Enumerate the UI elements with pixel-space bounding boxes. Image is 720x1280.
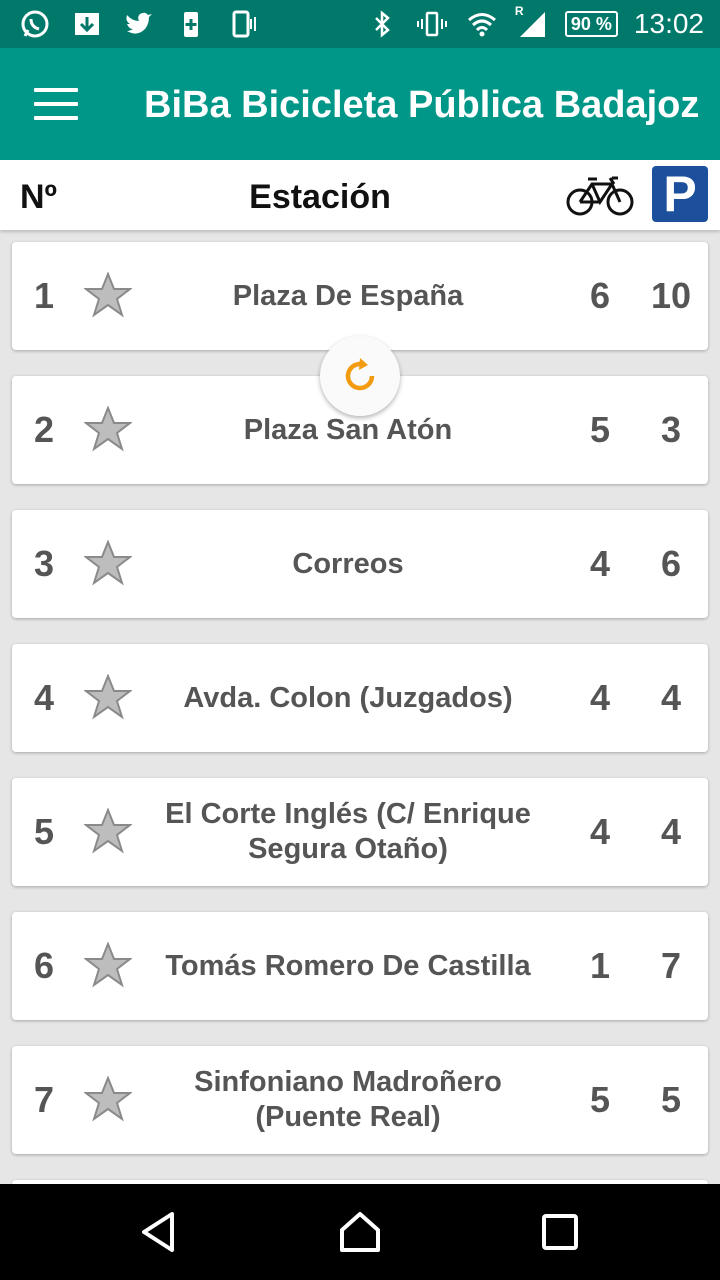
free-slots: 4 (660, 811, 682, 852)
download-icon (70, 8, 104, 40)
station-card[interactable]: 7 Sinfoniano Madroñero (Puente Real) 5 5 (12, 1046, 708, 1154)
battery-indicator: 90 % (564, 11, 618, 37)
station-name: Sinfoniano Madroñero (Puente Real) (194, 1066, 502, 1133)
free-slots: 3 (660, 409, 682, 450)
refresh-icon (345, 358, 375, 391)
phone-vibrate-icon (226, 8, 260, 40)
menu-line (34, 88, 78, 92)
recents-icon[interactable] (536, 1208, 584, 1256)
station-card[interactable]: 4 Avda. Colon (Juzgados) 4 4 (12, 644, 708, 752)
available-bikes: 6 (589, 275, 611, 316)
station-number: 4 (34, 677, 55, 718)
station-number: 6 (34, 945, 55, 986)
station-name: Avda. Colon (Juzgados) (183, 681, 513, 714)
signal-icon: R (515, 4, 549, 40)
station-card[interactable]: 1 Plaza De España 6 10 (12, 242, 708, 350)
free-slots: 10 (650, 275, 692, 316)
refresh-indicator (320, 336, 400, 416)
free-slots: 4 (660, 677, 682, 718)
available-bikes: 4 (589, 543, 611, 584)
station-card[interactable]: 5 El Corte Inglés (C/ Enrique Segura Ota… (12, 778, 708, 886)
menu-line (34, 102, 78, 106)
station-number: 5 (34, 811, 55, 852)
station-name: El Corte Inglés (C/ Enrique Segura Otaño… (165, 798, 531, 865)
available-bikes: 4 (589, 677, 611, 718)
menu-icon[interactable] (30, 82, 82, 126)
station-card[interactable]: 6 Tomás Romero De Castilla 1 7 (12, 912, 708, 1020)
system-nav-bar (0, 1184, 720, 1280)
favorite-star-icon[interactable] (84, 942, 132, 988)
station-number: 2 (34, 409, 55, 450)
available-bikes: 5 (589, 409, 611, 450)
parking-icon: P (652, 166, 708, 222)
station-number: 3 (34, 543, 55, 584)
column-header: Nº Estación P (0, 160, 720, 230)
station-name: Plaza De España (232, 279, 464, 312)
status-bar: R 90 % 13:02 (0, 0, 720, 48)
back-icon[interactable] (136, 1208, 184, 1256)
column-number-label: Nº (20, 178, 57, 216)
favorite-star-icon[interactable] (84, 674, 132, 720)
bluetooth-icon (365, 8, 399, 40)
menu-line (34, 116, 78, 120)
station-number: 7 (34, 1079, 55, 1120)
station-number: 1 (34, 275, 55, 316)
favorite-star-icon[interactable] (84, 540, 132, 586)
status-bar-notifications (18, 8, 260, 40)
vibrate-icon (415, 8, 449, 40)
roaming-indicator: R (514, 4, 524, 18)
station-card[interactable]: 3 Correos 4 6 (12, 510, 708, 618)
favorite-star-icon[interactable] (84, 808, 132, 854)
free-slots: 5 (660, 1079, 682, 1120)
wifi-icon (465, 8, 499, 40)
bicycle-icon (566, 176, 634, 216)
free-slots: 7 (660, 945, 682, 986)
available-bikes: 4 (589, 811, 611, 852)
battery-plus-icon (174, 8, 208, 40)
station-name: Tomás Romero De Castilla (165, 949, 531, 982)
twitter-icon (122, 8, 156, 40)
home-icon[interactable] (336, 1208, 384, 1256)
app-bar: BiBa Bicicleta Pública Badajoz (0, 48, 720, 160)
status-bar-system: R 90 % 13:02 (365, 4, 704, 40)
whatsapp-icon (18, 8, 52, 40)
available-bikes: 5 (589, 1079, 611, 1120)
app-title: BiBa Bicicleta Pública Badajoz (144, 84, 700, 126)
favorite-star-icon[interactable] (84, 1076, 132, 1122)
free-slots: 6 (660, 543, 682, 584)
favorite-star-icon[interactable] (84, 272, 132, 318)
station-name: Correos (292, 547, 404, 580)
column-station-label: Estación (249, 178, 391, 216)
favorite-star-icon[interactable] (84, 406, 132, 452)
available-bikes: 1 (589, 945, 611, 986)
clock: 13:02 (633, 8, 704, 39)
